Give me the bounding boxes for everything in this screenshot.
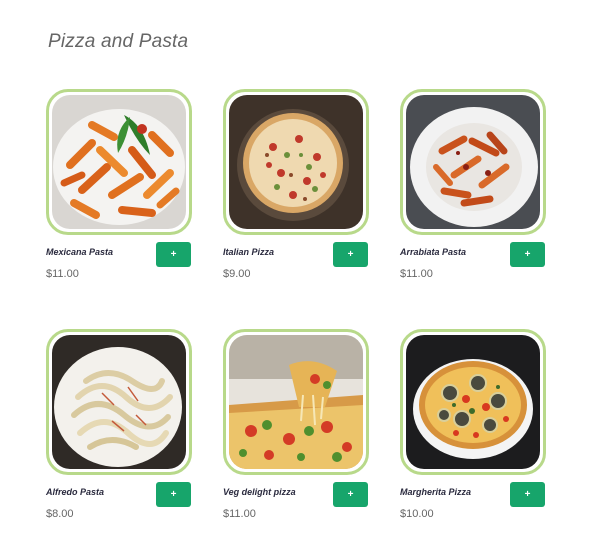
product-card: Veg delight pizza + $11.00 — [223, 329, 369, 520]
add-to-cart-button[interactable]: + — [510, 482, 545, 507]
product-name[interactable]: Italian Pizza — [223, 247, 274, 257]
pizza-image — [229, 335, 363, 469]
product-image-frame[interactable] — [223, 329, 369, 475]
product-image-frame[interactable] — [46, 329, 192, 475]
product-card: Alfredo Pasta + $8.00 — [46, 329, 192, 520]
product-listing-page: Pizza and Pasta Mexicana Pasta + $11.00 … — [0, 0, 605, 542]
product-name[interactable]: Mexicana Pasta — [46, 247, 113, 257]
product-image-frame[interactable] — [46, 89, 192, 235]
product-price: $9.00 — [223, 268, 251, 280]
add-to-cart-button[interactable]: + — [156, 482, 191, 507]
product-card: Margherita Pizza + $10.00 — [400, 329, 546, 520]
pasta-image — [52, 335, 186, 469]
pizza-image — [229, 95, 363, 229]
add-to-cart-button[interactable]: + — [510, 242, 545, 267]
product-name[interactable]: Alfredo Pasta — [46, 487, 104, 497]
section-title: Pizza and Pasta — [48, 31, 189, 52]
pasta-image — [52, 95, 186, 229]
product-price: $10.00 — [400, 508, 434, 520]
product-card: Mexicana Pasta + $11.00 — [46, 89, 192, 280]
product-price: $11.00 — [46, 268, 79, 280]
product-image-frame[interactable] — [400, 89, 546, 235]
add-to-cart-button[interactable]: + — [333, 242, 368, 267]
product-price: $8.00 — [46, 508, 74, 520]
product-price: $11.00 — [400, 268, 433, 280]
product-name[interactable]: Margherita Pizza — [400, 487, 471, 497]
product-card: Arrabiata Pasta + $11.00 — [400, 89, 546, 280]
pizza-image — [406, 335, 540, 469]
pasta-image — [406, 95, 540, 229]
product-name[interactable]: Veg delight pizza — [223, 487, 296, 497]
product-image-frame[interactable] — [223, 89, 369, 235]
product-price: $11.00 — [223, 508, 256, 520]
product-card: Italian Pizza + $9.00 — [223, 89, 369, 280]
add-to-cart-button[interactable]: + — [156, 242, 191, 267]
add-to-cart-button[interactable]: + — [333, 482, 368, 507]
product-name[interactable]: Arrabiata Pasta — [400, 247, 466, 257]
product-image-frame[interactable] — [400, 329, 546, 475]
